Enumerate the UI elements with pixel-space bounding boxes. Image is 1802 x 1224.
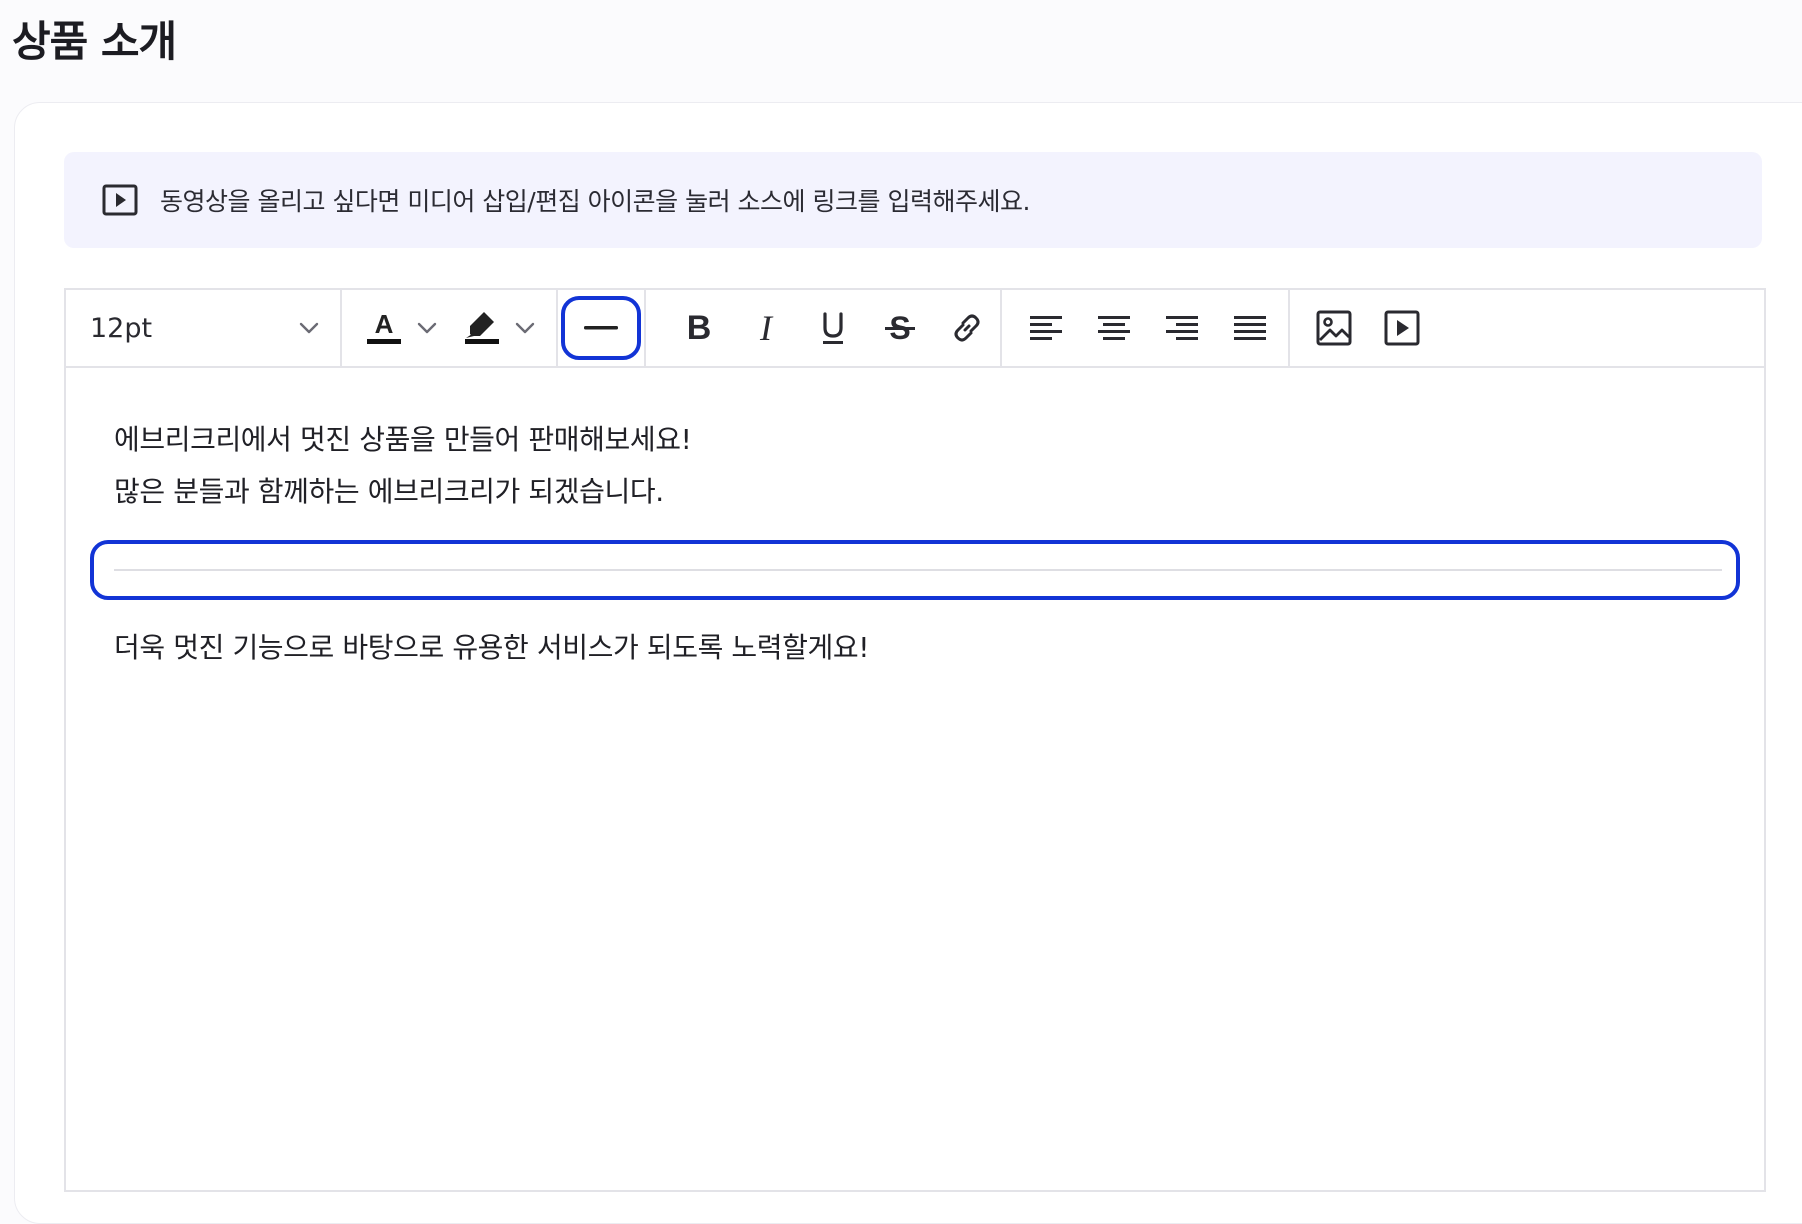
align-justify-icon — [1234, 314, 1266, 342]
align-right-button[interactable] — [1148, 296, 1216, 360]
italic-button[interactable]: I — [733, 296, 800, 360]
link-icon — [950, 311, 984, 345]
rich-text-editor: 12pt A B I S 에브리크리에서 멋진 상품을 만들어 판매해보세요! … — [64, 288, 1766, 1192]
color-tools: A — [342, 290, 558, 366]
underline-icon — [818, 310, 848, 346]
font-color-button[interactable]: A — [364, 290, 438, 366]
strikethrough-icon: S — [883, 311, 917, 345]
insert-image-button[interactable] — [1300, 296, 1368, 360]
align-left-icon — [1030, 314, 1062, 342]
font-size-value: 12pt — [90, 312, 153, 344]
text-format-group: B I S — [646, 290, 1002, 366]
insert-video-button[interactable] — [1368, 296, 1436, 360]
highlight-color-button[interactable] — [462, 290, 536, 366]
content-paragraph: 많은 분들과 함께하는 에브리크리가 되겠습니다. — [114, 475, 664, 508]
underline-button[interactable] — [800, 296, 867, 360]
align-center-icon — [1098, 314, 1130, 342]
chevron-down-icon — [514, 317, 536, 339]
align-justify-button[interactable] — [1216, 296, 1284, 360]
align-right-icon — [1166, 314, 1198, 342]
highlighter-icon — [462, 308, 502, 348]
editor-toolbar: 12pt A B I S — [66, 290, 1764, 368]
align-left-button[interactable] — [1012, 296, 1080, 360]
align-center-button[interactable] — [1080, 296, 1148, 360]
link-button[interactable] — [933, 296, 1000, 360]
alignment-group — [1002, 290, 1290, 366]
svg-text:I: I — [759, 311, 774, 345]
video-notice-banner: 동영상을 올리고 싶다면 미디어 삽입/편집 아이콘을 눌러 소스에 링크를 입… — [64, 152, 1762, 248]
italic-icon: I — [751, 311, 781, 345]
image-icon — [1316, 310, 1352, 346]
bold-icon: B — [684, 311, 714, 345]
horizontal-rule-button[interactable] — [561, 296, 641, 360]
horizontal-rule-line — [114, 569, 1722, 571]
editor-content[interactable]: 에브리크리에서 멋진 상품을 만들어 판매해보세요! 많은 분들과 함께하는 에… — [66, 368, 1764, 674]
horizontal-rule-icon — [584, 325, 618, 331]
selected-horizontal-rule[interactable] — [90, 540, 1740, 600]
bold-button[interactable]: B — [666, 296, 733, 360]
notice-text: 동영상을 올리고 싶다면 미디어 삽입/편집 아이콘을 눌러 소스에 링크를 입… — [160, 187, 1030, 216]
chevron-down-icon — [416, 317, 438, 339]
video-play-icon — [102, 184, 138, 216]
svg-text:B: B — [687, 311, 712, 345]
horizontal-rule-group — [558, 290, 646, 366]
font-size-select[interactable]: 12pt — [66, 290, 342, 366]
video-play-icon — [1384, 310, 1420, 346]
media-group — [1290, 290, 1436, 366]
content-paragraph: 더욱 멋진 기능으로 바탕으로 유용한 서비스가 되도록 노력할게요! — [114, 631, 870, 664]
content-paragraph: 에브리크리에서 멋진 상품을 만들어 판매해보세요! — [114, 423, 692, 456]
page-title: 상품 소개 — [12, 17, 177, 66]
chevron-down-icon — [298, 317, 320, 339]
strikethrough-button[interactable]: S — [866, 296, 933, 360]
font-color-icon: A — [364, 308, 404, 348]
svg-text:A: A — [375, 309, 394, 339]
